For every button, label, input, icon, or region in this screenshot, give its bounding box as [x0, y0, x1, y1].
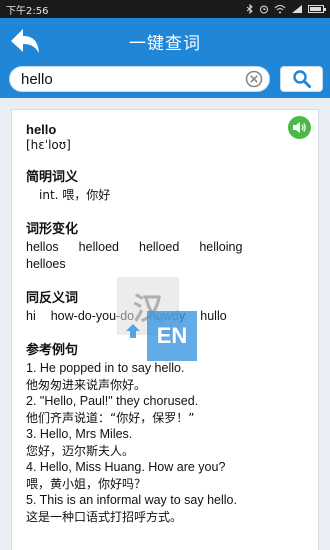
synonym-list: hi how-do-you-do howdy hullo	[26, 308, 318, 325]
synonym-item: hi	[26, 309, 36, 323]
example-title: 参考例句	[26, 343, 79, 358]
synonym-item: hullo	[200, 309, 227, 323]
app-bar: 一键查词	[0, 18, 330, 64]
inflection-section: 词形变化 hellos helloed helloed helloing hel…	[26, 218, 318, 273]
alarm-icon	[260, 5, 268, 14]
synonym-title: 同反义词	[26, 291, 79, 306]
battery-icon	[308, 5, 326, 13]
pronounce-button[interactable]	[288, 116, 311, 139]
example-zh: 这是一种口语式打招呼方式。	[26, 509, 183, 524]
inflection-item: helloed	[139, 240, 180, 254]
definition-section: 简明词义 int. 喂，你好	[26, 166, 318, 204]
example-en: 3. Hello, Mrs Miles.	[26, 427, 133, 441]
speaker-icon	[293, 122, 306, 133]
example-en: 4. Hello, Miss Huang. How are you?	[26, 460, 226, 474]
search-input[interactable]	[10, 67, 230, 91]
synonym-item: how-do-you-do	[50, 309, 135, 323]
example-zh: 喂，黄小姐，你好吗？	[26, 476, 147, 491]
page-title: 一键查词	[129, 33, 201, 54]
example-zh: 他们齐声说道：“你好，保罗！”	[26, 410, 195, 425]
result-card: hello [hɛˈloʊ] 简明词义 int. 喂，你好 词形变化 hello…	[11, 109, 319, 550]
inflection-item: helloes	[26, 257, 66, 271]
status-time: 下午2:56	[6, 5, 49, 17]
synonym-section: 同反义词 hi how-do-you-do howdy hullo	[26, 287, 318, 325]
status-bar: 下午2:56	[0, 0, 330, 18]
signal-icon	[292, 5, 302, 13]
example-zh: 他匆匆进来说声你好。	[26, 377, 147, 392]
example-list: 1. He popped in to say hello. 他匆匆进来说声你好。…	[26, 360, 318, 525]
search-bar	[0, 64, 330, 98]
definition-text: int. 喂，你好	[39, 188, 111, 202]
search-field	[9, 66, 271, 92]
example-en: 2. "Hello, Paul!" they chorused.	[26, 394, 199, 408]
phonetic: [hɛˈloʊ]	[26, 138, 71, 152]
definition-title: 简明词义	[26, 170, 79, 185]
inflection-item: helloing	[199, 240, 243, 254]
back-arrow-icon	[11, 29, 39, 53]
inflection-list: hellos helloed helloed helloing helloes	[26, 239, 286, 273]
status-icons	[246, 4, 326, 14]
search-icon	[292, 70, 311, 88]
wifi-icon	[274, 5, 286, 14]
inflection-item: hellos	[26, 240, 59, 254]
synonym-item: howdy	[149, 309, 186, 323]
example-zh: 您好，迈尔斯夫人。	[26, 443, 135, 458]
search-button[interactable]	[280, 66, 323, 92]
inflection-title: 词形变化	[26, 222, 79, 237]
headword: hello	[26, 122, 57, 137]
bluetooth-icon	[246, 4, 253, 14]
example-section: 参考例句 1. He popped in to say hello. 他匆匆进来…	[26, 339, 318, 525]
back-button[interactable]	[6, 23, 44, 59]
clear-icon[interactable]	[245, 70, 263, 88]
inflection-item: helloed	[78, 240, 119, 254]
example-en: 1. He popped in to say hello.	[26, 361, 185, 375]
example-en: 5. This is an informal way to say hello.	[26, 493, 237, 507]
